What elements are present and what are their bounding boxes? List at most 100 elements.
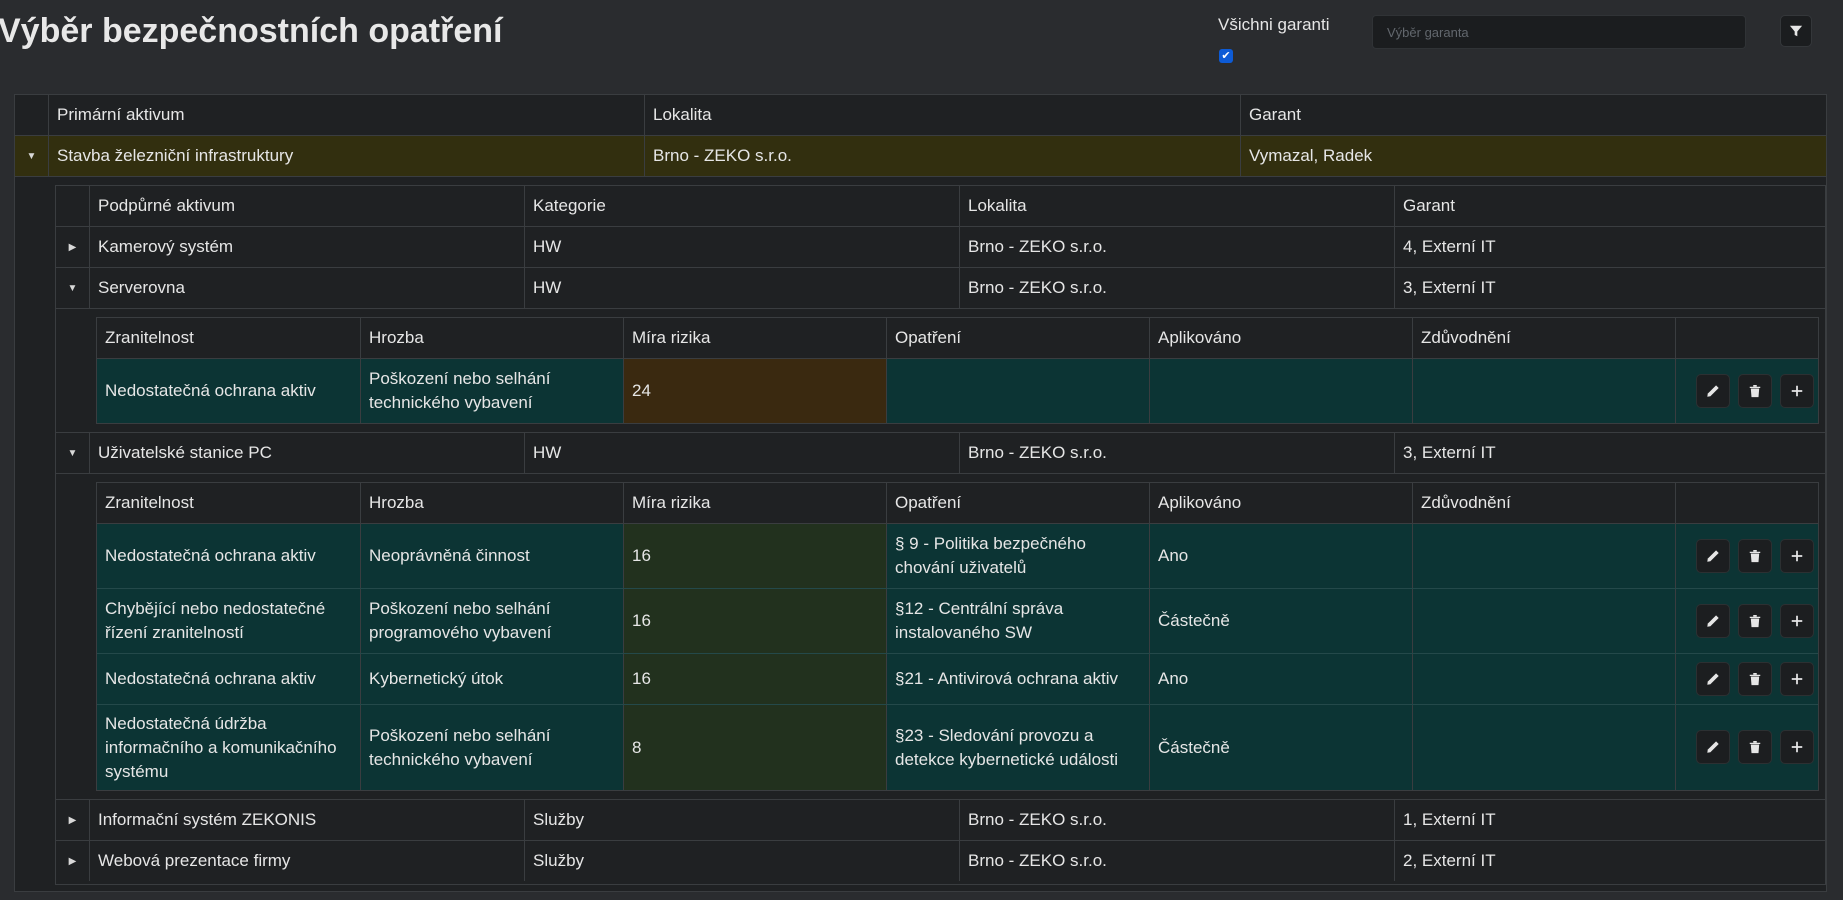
support-asset-name: Kamerový systém [89,227,524,267]
plus-icon [1791,741,1803,753]
risk-measure [886,359,1149,423]
support-asset-name: Uživatelské stanice PC [89,433,524,473]
risk-table-header: Zranitelnost Hrozba Míra rizika Opatření… [97,483,1818,523]
risk-table-header: Zranitelnost Hrozba Míra rizika Opatření… [97,318,1818,358]
support-row[interactable]: ▼ Uživatelské stanice PC HW Brno - ZEKO … [56,433,1825,473]
risk-row: Nedostatečná ochrana aktiv Kybernetický … [97,654,1818,704]
risk-threat: Poškození nebo selhání technického vybav… [360,705,623,790]
support-asset-category: HW [524,433,959,473]
add-button[interactable] [1780,539,1814,573]
column-header-category[interactable]: Kategorie [524,186,959,226]
add-button[interactable] [1780,374,1814,408]
filter-button[interactable] [1780,15,1812,47]
delete-button[interactable] [1738,662,1772,696]
add-button[interactable] [1780,662,1814,696]
edit-button[interactable] [1696,730,1730,764]
risk-threat: Poškození nebo selhání technického vybav… [360,359,623,423]
primary-asset-guarantor: Vymazal, Radek [1240,136,1826,176]
caret-down-icon[interactable]: ▼ [15,136,48,176]
edit-button[interactable] [1696,374,1730,408]
support-asset-guarantor: 3, Externí IT [1394,268,1825,308]
column-header-measure[interactable]: Opatření [886,318,1149,358]
pencil-icon [1707,385,1719,397]
support-asset-table: Podpůrné aktivum Kategorie Lokalita Gara… [55,185,1826,885]
add-button[interactable] [1780,604,1814,638]
support-asset-guarantor: 2, Externí IT [1394,841,1825,881]
delete-button[interactable] [1738,374,1772,408]
edit-button[interactable] [1696,539,1730,573]
support-asset-guarantor: 4, Externí IT [1394,227,1825,267]
delete-button[interactable] [1738,604,1772,638]
trash-icon [1749,385,1761,398]
risk-vulnerability: Chybějící nebo nedostatečné řízení zrani… [105,599,326,642]
risk-level: 16 [623,524,886,588]
edit-button[interactable] [1696,604,1730,638]
all-guarantors-checkbox[interactable]: ✔ [1219,49,1233,63]
column-header-vulnerability[interactable]: Zranitelnost [97,318,360,358]
support-asset-category: HW [524,227,959,267]
risk-threat: Kybernetický útok [360,654,623,704]
risk-justification [1412,705,1675,790]
risk-applied: Částečně [1149,705,1412,790]
column-header-threat[interactable]: Hrozba [360,483,623,523]
trash-icon [1749,615,1761,628]
column-header-justification[interactable]: Zdůvodnění [1412,318,1675,358]
risk-measure: §21 - Antivirová ochrana aktiv [886,654,1149,704]
column-header-risk-level[interactable]: Míra rizika [623,318,886,358]
risk-measure: §23 - Sledování provozu a detekce kybern… [886,705,1149,790]
page-title: Výběr bezpečnostních opatření [0,12,503,50]
support-asset-category: Služby [524,841,959,881]
primary-row[interactable]: ▼ Stavba železniční infrastruktury Brno … [15,136,1826,176]
plus-icon [1791,385,1803,397]
column-header-risk-level[interactable]: Míra rizika [623,483,886,523]
plus-icon [1791,673,1803,685]
primary-asset-name: Stavba železniční infrastruktury [48,136,644,176]
column-header-applied[interactable]: Aplikováno [1149,483,1412,523]
support-asset-location: Brno - ZEKO s.r.o. [959,268,1394,308]
support-asset-guarantor: 1, Externí IT [1394,800,1825,840]
support-row[interactable]: ▶ Webová prezentace firmy Služby Brno - … [56,841,1825,881]
caret-right-icon[interactable]: ▶ [56,841,89,881]
guarantor-select-placeholder: Výběr garanta [1387,25,1469,40]
delete-button[interactable] [1738,539,1772,573]
risk-vulnerability: Nedostatečná ochrana aktiv [105,381,316,400]
column-header-primary-asset[interactable]: Primární aktivum [48,95,644,135]
delete-button[interactable] [1738,730,1772,764]
column-header-guarantor[interactable]: Garant [1394,186,1825,226]
support-row[interactable]: ▶ Kamerový systém HW Brno - ZEKO s.r.o. … [56,227,1825,267]
risk-measure: § 9 - Politika bezpečného chování uživat… [886,524,1149,588]
column-header-applied[interactable]: Aplikováno [1149,318,1412,358]
column-header-actions [1675,483,1818,523]
risk-table-serverovna: Zranitelnost Hrozba Míra rizika Opatření… [96,317,1819,424]
column-header-support-asset[interactable]: Podpůrné aktivum [89,186,524,226]
support-row[interactable]: ▶ Informační systém ZEKONIS Služby Brno … [56,800,1825,840]
column-header-vulnerability[interactable]: Zranitelnost [97,483,360,523]
caret-right-icon[interactable]: ▶ [56,227,89,267]
caret-down-icon[interactable]: ▼ [56,268,89,308]
caret-right-icon[interactable]: ▶ [56,800,89,840]
column-header-location[interactable]: Lokalita [959,186,1394,226]
column-header-guarantor[interactable]: Garant [1240,95,1826,135]
add-button[interactable] [1780,730,1814,764]
edit-button[interactable] [1696,662,1730,696]
risk-applied [1149,359,1412,423]
column-header-location[interactable]: Lokalita [644,95,1240,135]
plus-icon [1791,550,1803,562]
support-asset-location: Brno - ZEKO s.r.o. [959,841,1394,881]
column-header-justification[interactable]: Zdůvodnění [1412,483,1675,523]
guarantor-select[interactable]: Výběr garanta [1372,15,1746,49]
check-icon: ✔ [1221,50,1231,62]
support-row[interactable]: ▼ Serverovna HW Brno - ZEKO s.r.o. 3, Ex… [56,268,1825,308]
column-header-measure[interactable]: Opatření [886,483,1149,523]
support-asset-name: Webová prezentace firmy [89,841,524,881]
risk-applied: Částečně [1149,589,1412,653]
filter-icon [1789,25,1803,37]
caret-down-icon[interactable]: ▼ [56,433,89,473]
risk-vulnerability: Nedostatečná údržba informačního a komun… [105,713,337,781]
risk-applied: Ano [1149,524,1412,588]
risk-row: Chybějící nebo nedostatečné řízení zrani… [97,589,1818,653]
risk-level: 8 [623,705,886,790]
risk-vulnerability: Nedostatečná ochrana aktiv [105,669,316,688]
risk-row: Nedostatečná ochrana aktiv Neoprávněná č… [97,524,1818,588]
column-header-threat[interactable]: Hrozba [360,318,623,358]
